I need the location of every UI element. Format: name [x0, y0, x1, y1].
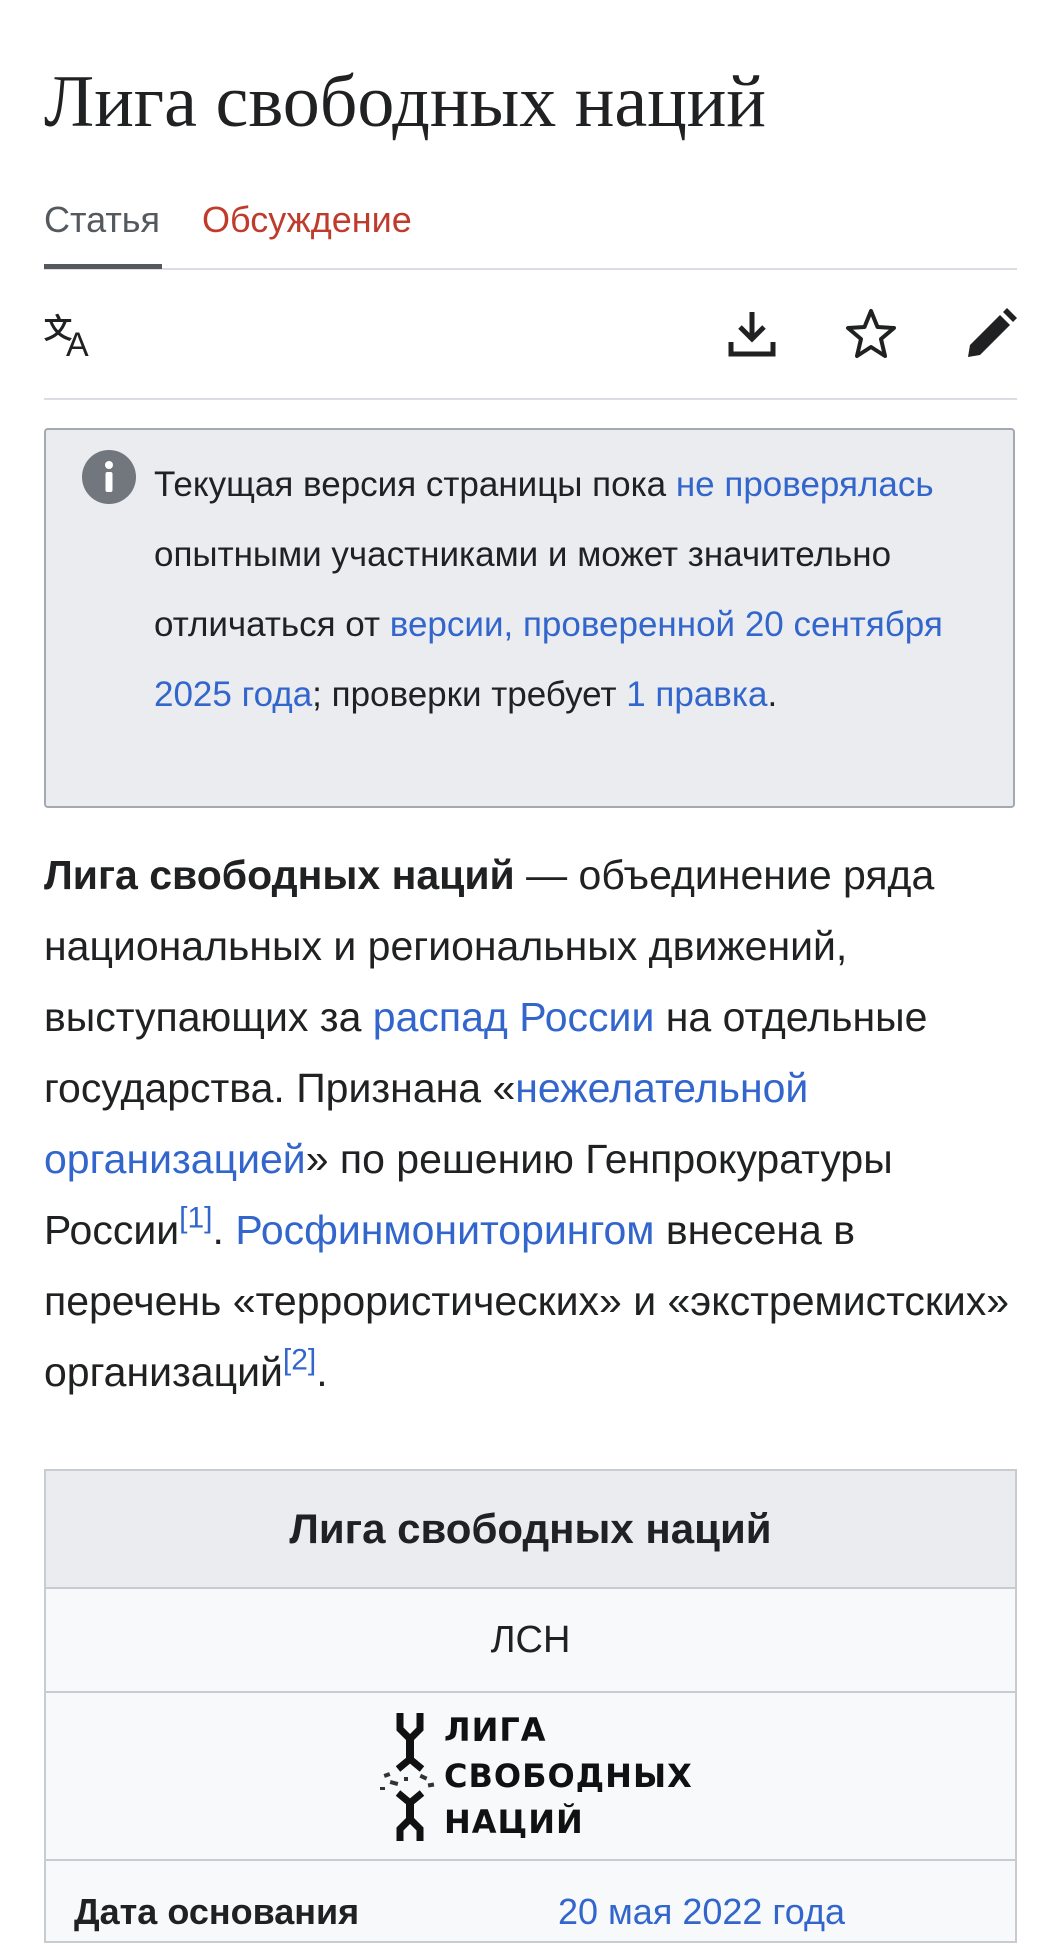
svg-text:A: A	[66, 326, 89, 358]
flagged-revision-notice: Текущая версия страницы пока не проверял…	[44, 428, 1015, 808]
lead-paragraph: Лига свободных наций — объединение ряда …	[44, 840, 1017, 1408]
lead-text: .	[212, 1207, 236, 1253]
star-icon[interactable]	[841, 304, 901, 364]
rosfinmonitoring-link[interactable]: Росфинмониторингом	[235, 1207, 654, 1253]
logo-line: ЛИГА	[444, 1711, 547, 1749]
language-icon[interactable]: 文 A	[42, 304, 102, 364]
logo-line: НАЦИЙ	[444, 1803, 584, 1841]
namespace-tabs: Статья Обсуждение	[44, 190, 1017, 270]
tab-article[interactable]: Статья	[44, 190, 163, 269]
reference-1-link[interactable]: [1]	[179, 1202, 212, 1235]
infobox-abbreviation: ЛСН	[46, 1589, 1015, 1693]
notice-text-part: ; проверки требует	[312, 675, 627, 714]
logo-line: СВОБОДНЫХ	[444, 1757, 693, 1795]
notice-text-part: Текущая версия страницы пока	[154, 465, 676, 504]
notice-text-part: .	[767, 675, 778, 714]
download-icon[interactable]	[722, 304, 782, 364]
notice-text: Текущая версия страницы пока не проверял…	[154, 450, 994, 730]
infobox-logo-cell: ЛИГА СВОБОДНЫХ НАЦИЙ	[46, 1693, 1015, 1861]
tab-talk[interactable]: Обсуждение	[202, 190, 412, 264]
page-actions-toolbar: 文 A	[44, 270, 1017, 400]
infobox-row-label: Дата основания	[74, 1891, 360, 1932]
broken-chain-icon	[380, 1713, 435, 1841]
logo-wordmark: ЛИГА СВОБОДНЫХ НАЦИЙ	[444, 1707, 693, 1845]
infobox-title: Лига свободных наций	[46, 1471, 1015, 1589]
dissolution-of-russia-link[interactable]: распад России	[373, 994, 655, 1040]
info-icon	[82, 450, 136, 504]
page-title: Лига свободных наций	[44, 61, 767, 143]
pending-edits-link[interactable]: 1 правка	[626, 675, 767, 714]
organization-logo[interactable]: ЛИГА СВОБОДНЫХ НАЦИЙ	[376, 1707, 696, 1847]
lead-bold-title: Лига свободных наций	[44, 852, 515, 898]
founding-date-link[interactable]: 20 мая 2022 года	[558, 1891, 845, 1933]
lead-text: .	[316, 1349, 328, 1395]
not-reviewed-link[interactable]: не проверялась	[676, 465, 934, 504]
edit-pencil-icon[interactable]	[961, 304, 1021, 364]
infobox-row-founded: Дата основания 20 мая 2022 года	[46, 1861, 1015, 1941]
infobox: Лига свободных наций ЛСН ЛИГА СВОБОДНЫХ …	[44, 1469, 1017, 1943]
reference-2-link[interactable]: [2]	[283, 1344, 316, 1377]
